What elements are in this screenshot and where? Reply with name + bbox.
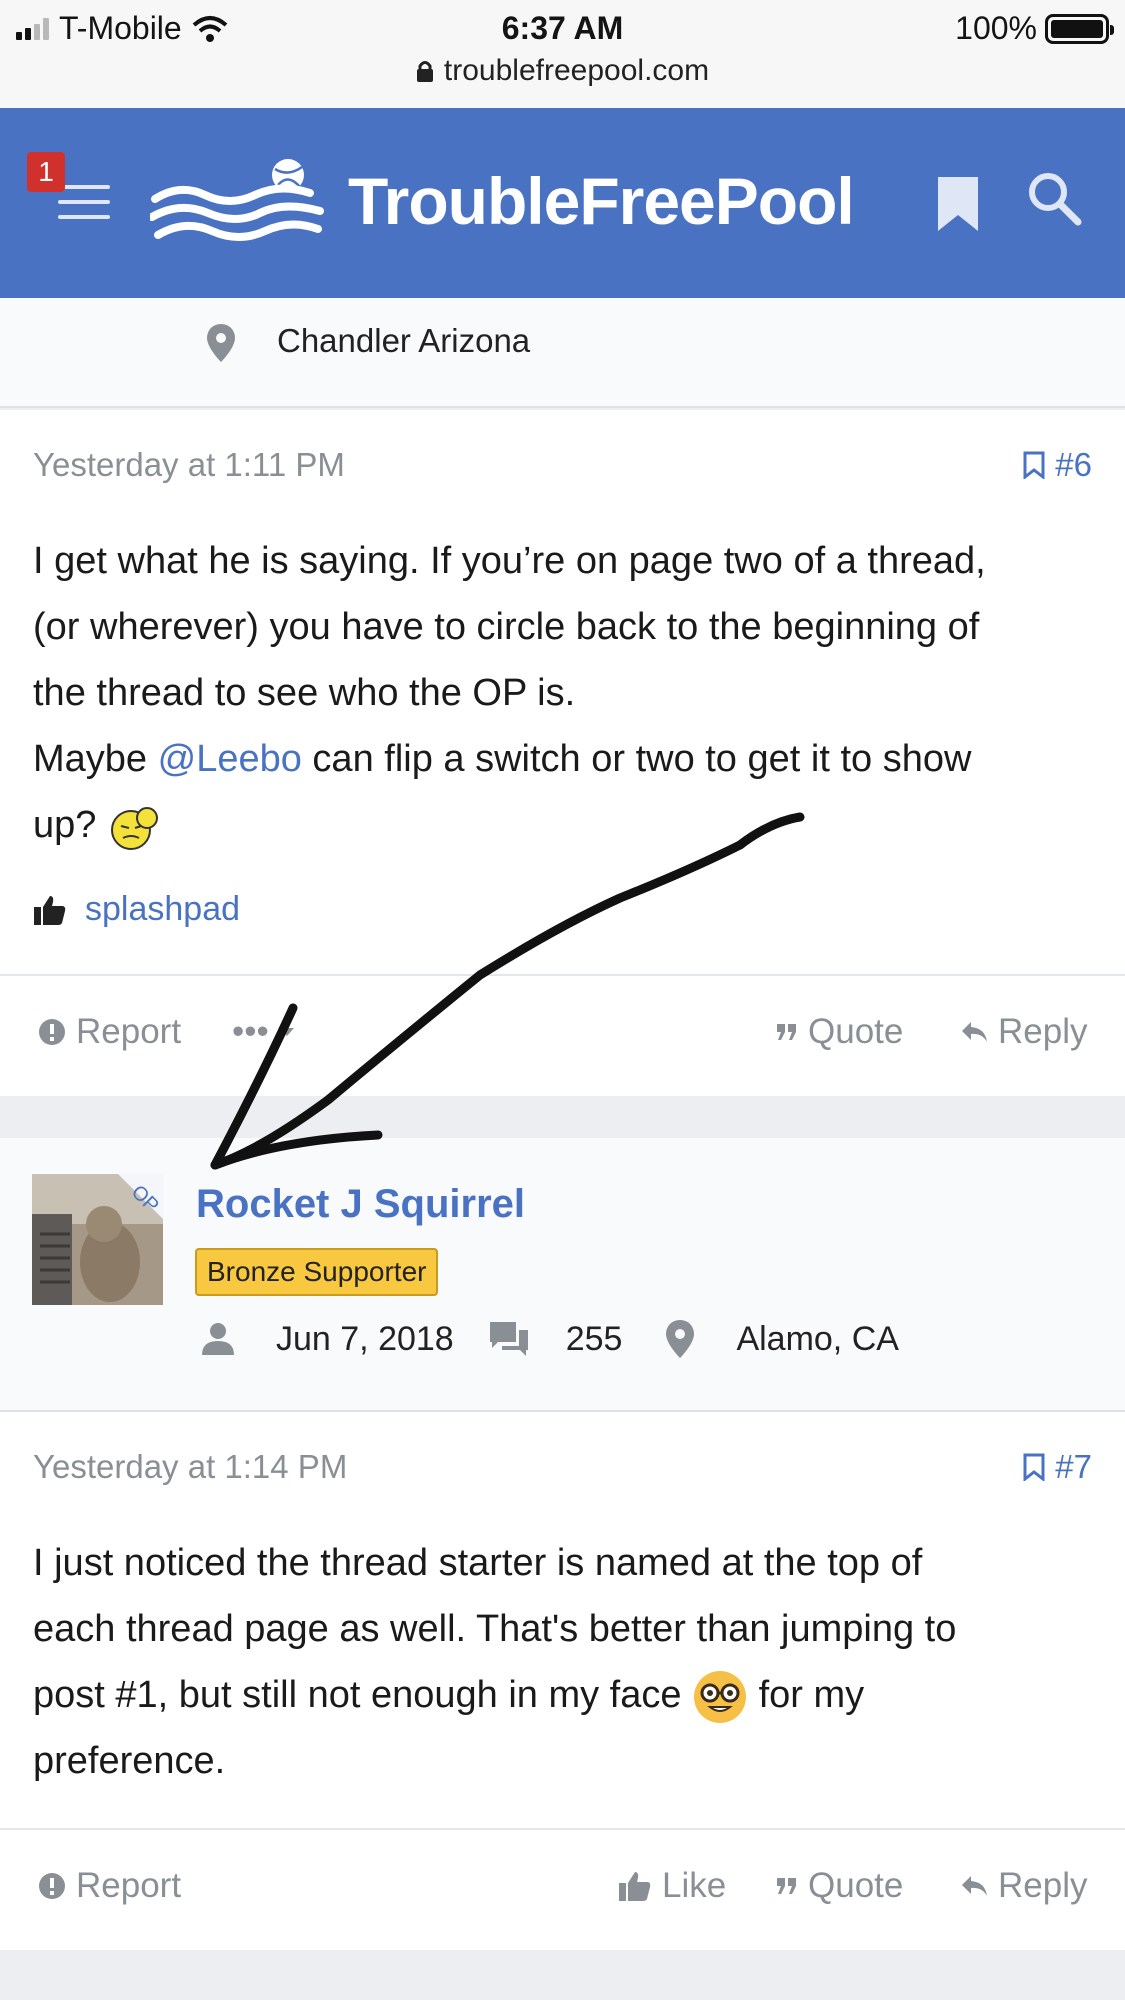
quote-label: Quote [808,1866,904,1905]
battery-status: 100% [955,10,1114,47]
address-bar[interactable]: troublefreepool.com [0,54,1125,88]
emoji-icon [694,1670,747,1723]
quote-label: Quote [808,1012,904,1051]
notification-badge: 1 [27,152,65,192]
post-actions: Report ••• Quote Reply [0,974,1125,1096]
post-line: preference. [33,1740,226,1782]
like-button[interactable]: Like [618,1866,726,1906]
post-7: Yesterday at 1:14 PM #7 I just noticed t… [0,1412,1125,1950]
bookmark-icon[interactable] [1023,1453,1045,1481]
post-7-author: OP Rocket J Squirrel Bronze Supporter Ju… [0,1138,1125,1412]
message-count: 255 [565,1319,623,1358]
chevron-down-icon [279,1028,294,1036]
post-6: Yesterday at 1:11 PM #6 I get what he is… [0,410,1125,1096]
more-label: ••• [232,1012,269,1051]
logo-waves-icon[interactable] [150,155,325,255]
previous-author-info: Chandler Arizona [0,298,1125,408]
post-line: post #1, but still not enough in my face… [33,1662,1093,1728]
thumbs-up-icon [619,1872,651,1901]
search-icon[interactable] [1026,170,1082,226]
post-line: up? [33,792,1093,858]
battery-icon [1045,13,1114,44]
post-number[interactable]: #6 [1055,446,1092,484]
status-bar: T-Mobile 6:37 AM 100% troublefreepool.co… [0,0,1125,108]
reaction-user[interactable]: splashpad [85,890,240,929]
quote-button[interactable]: Quote [776,1012,903,1052]
quote-button[interactable]: Quote [776,1866,903,1906]
user-icon [202,1323,234,1355]
thumbs-up-icon [34,895,66,925]
bookmark-icon[interactable] [1023,451,1045,479]
battery-percent: 100% [955,10,1037,46]
report-icon [39,1873,65,1899]
quote-icon [777,1024,796,1040]
post-line: I just noticed the thread starter is nam… [33,1542,923,1584]
bookmark-icon[interactable] [936,175,980,233]
post-line: each thread page as well. That's better … [33,1608,957,1650]
user-mention[interactable]: @Leebo [158,738,302,780]
post-date[interactable]: Yesterday at 1:11 PM [33,446,345,484]
menu-icon[interactable] [58,185,110,219]
location-pin-icon [207,324,235,362]
report-label: Report [76,1012,182,1051]
quote-icon [777,1878,796,1894]
messages-icon [489,1322,528,1356]
reply-icon [962,1876,987,1896]
report-icon [39,1019,65,1045]
reply-label: Reply [998,1012,1088,1051]
joined-date: Jun 7, 2018 [276,1319,454,1358]
username[interactable]: Rocket J Squirrel [196,1182,525,1227]
post-permalink[interactable]: #7 [1023,1448,1092,1486]
lock-icon [416,61,433,82]
more-options-button[interactable]: ••• [232,1012,295,1052]
user-role-badge: Bronze Supporter [195,1248,439,1296]
report-button[interactable]: Report [38,1866,181,1906]
reactions-bar: splashpad [33,890,240,929]
post-actions: Report Like Quote Reply [0,1828,1125,1950]
location-pin-icon [666,1320,695,1358]
reply-button[interactable]: Reply [960,1012,1087,1052]
page-bottom [0,1950,1125,2000]
post-body: I get what he is saying. If you’re on pa… [33,528,1093,858]
report-button[interactable]: Report [38,1012,181,1052]
emoji-icon [110,806,158,850]
post-line: the thread to see who the OP is. [33,672,576,714]
report-label: Report [76,1866,182,1905]
reply-label: Reply [998,1866,1088,1905]
reply-icon [962,1022,987,1042]
post-date[interactable]: Yesterday at 1:14 PM [33,1448,347,1486]
brand-name[interactable]: TroubleFreePool [348,163,855,239]
author-location: Chandler Arizona [277,322,531,359]
url-text: troublefreepool.com [443,54,710,87]
post-permalink[interactable]: #6 [1023,446,1092,484]
post-line: I get what he is saying. If you’re on pa… [33,540,986,582]
user-location: Alamo, CA [736,1319,899,1358]
post-line: (or wherever) you have to circle back to… [33,606,980,648]
post-line: Maybe @Leebo can flip a switch or two to… [33,738,972,780]
like-label: Like [662,1866,727,1905]
user-meta: Jun 7, 2018 255 Alamo, CA [200,1318,899,1360]
reply-button[interactable]: Reply [960,1866,1087,1906]
post-number[interactable]: #7 [1055,1448,1092,1486]
post-body: I just noticed the thread starter is nam… [33,1530,1093,1794]
